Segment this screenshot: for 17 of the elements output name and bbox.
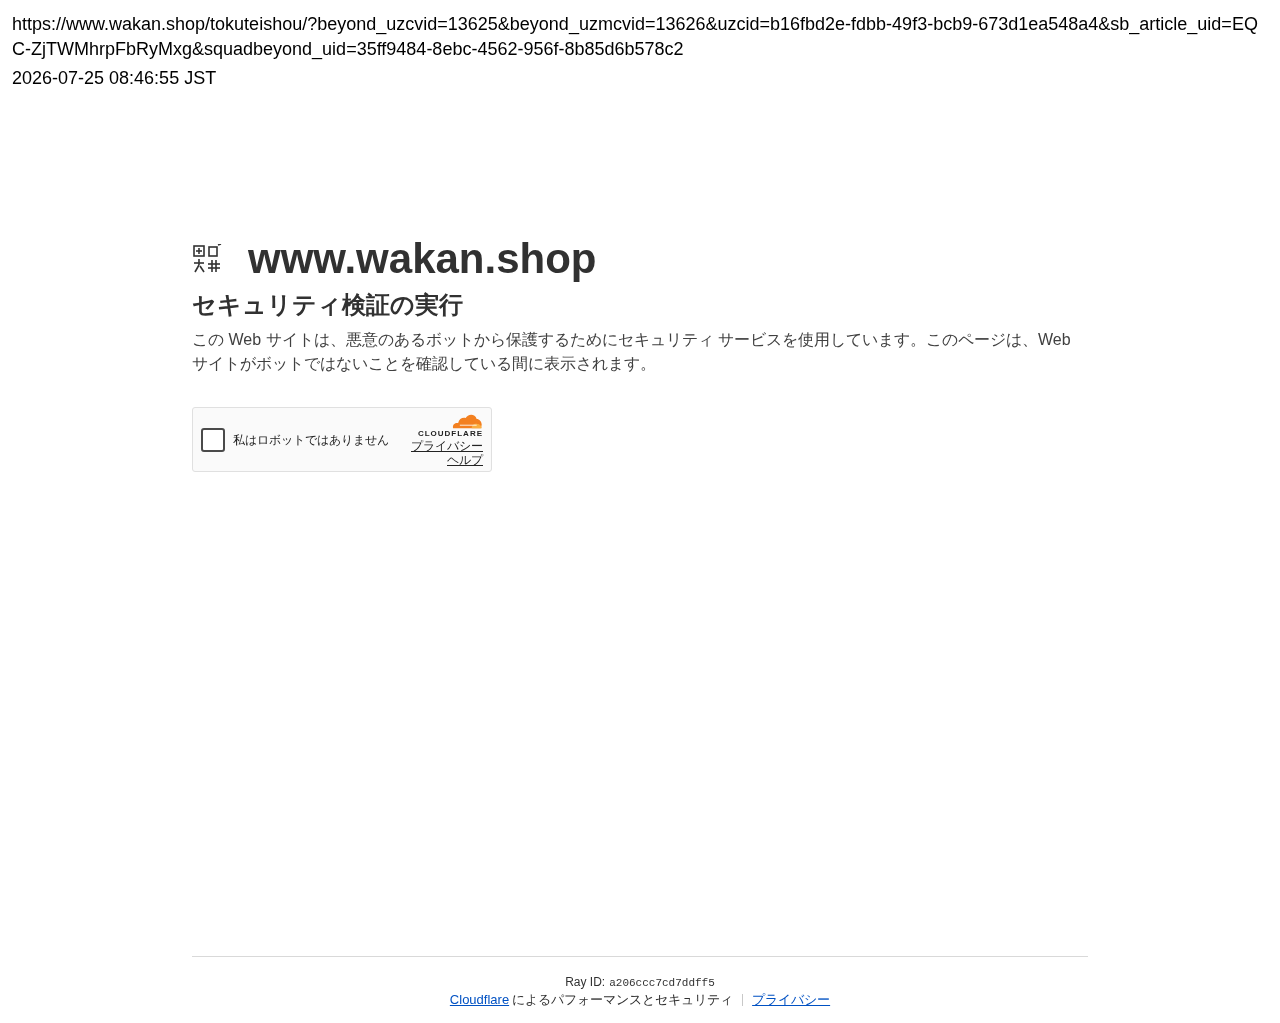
performance-text: によるパフォーマンスとセキュリティ xyxy=(512,991,734,1009)
cloudflare-link[interactable]: Cloudflare xyxy=(449,991,510,1009)
ray-id-label: Ray ID: xyxy=(565,974,606,991)
url-text: https://www.wakan.shop/tokuteishou/?beyond_uzcvid=13625&beyond_uzmcvid=13626&uzcid=b16fbd2e-fdbb-49f3-bcb9-673d1ea548a4&sb_article_uid=EQC-ZjTWMhrpFbRyMxg&squadbeyond_uid=35ff9484-8ebc-4562-956f-8b85d6b578c2 xyxy=(12,13,1259,62)
widget-link[interactable]: ヘルプ xyxy=(447,452,483,467)
ray-id-value: a206ccc7cd7ddff5 xyxy=(609,976,715,991)
timestamp-text: 2026-07-25 08:46:55 JST xyxy=(12,67,217,90)
page-heading: セキュリティ検証の実行 xyxy=(192,290,463,320)
robot-checkbox[interactable] xyxy=(201,427,225,452)
cloud-logo-icon xyxy=(451,412,483,429)
brand-name: CLOUDFLARE xyxy=(417,428,483,439)
widget-link[interactable]: プライバシー xyxy=(411,438,483,453)
privacy-link[interactable]: プライバシー xyxy=(752,991,831,1009)
checkbox-label: 私はロボットではありません xyxy=(233,431,389,449)
site-title: www.wakan.shop xyxy=(248,235,597,283)
description-text: この Web サイトは、悪意のあるボットから保護するためにセキュリティ サービスを使用しています。このページは、Web サイトがボットではないことを確認している間に表示されます。 xyxy=(192,330,1072,374)
logo-icon xyxy=(192,244,222,274)
